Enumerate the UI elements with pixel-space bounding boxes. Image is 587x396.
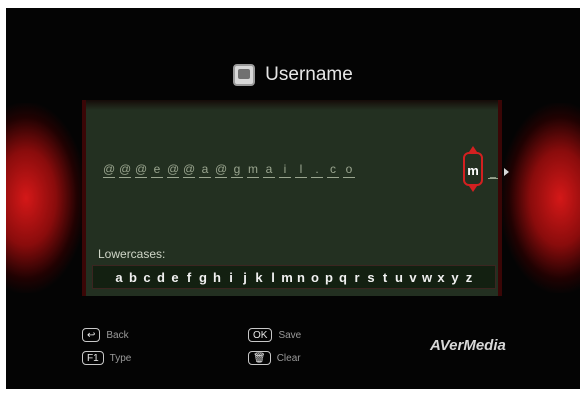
key-s[interactable]: s (365, 270, 377, 285)
arrow-up-icon[interactable] (469, 146, 477, 152)
back-key-icon: ↩ (82, 328, 101, 342)
entry-char[interactable]: @ (183, 162, 195, 178)
entry-char[interactable]: @ (167, 162, 179, 178)
username-field[interactable]: @ @ @ e @ @ a @ g m a i l . c o (103, 162, 355, 178)
key-e[interactable]: e (169, 270, 181, 285)
key-i[interactable]: i (225, 270, 237, 285)
cursor-selector[interactable]: m (463, 146, 483, 192)
arrow-down-icon[interactable] (469, 186, 477, 192)
key-k[interactable]: k (253, 270, 265, 285)
legend-type: F1 Type (82, 351, 131, 365)
legend-back: ↩ Back (82, 328, 129, 342)
key-m[interactable]: m (281, 270, 293, 285)
trash-key-icon: 🗑 (248, 351, 271, 365)
dialog-title: Username (265, 64, 353, 85)
key-z[interactable]: z (463, 270, 475, 285)
key-f[interactable]: f (183, 270, 195, 285)
entry-char[interactable]: . (311, 162, 323, 178)
key-p[interactable]: p (323, 270, 335, 285)
key-t[interactable]: t (379, 270, 391, 285)
character-row: a b c d e f g h i j k l m n o p q r s t … (92, 265, 496, 289)
key-r[interactable]: r (351, 270, 363, 285)
ok-key-icon: OK (248, 328, 273, 342)
key-w[interactable]: w (421, 270, 433, 285)
entry-char[interactable]: m (247, 162, 259, 178)
cursor-char: m (467, 163, 479, 178)
key-c[interactable]: c (141, 270, 153, 285)
key-b[interactable]: b (127, 270, 139, 285)
screen-icon (233, 64, 256, 86)
dialog-header: Username (6, 64, 580, 86)
key-j[interactable]: j (239, 270, 251, 285)
charset-label: Lowercases: (98, 247, 166, 261)
entry-char[interactable]: l (295, 162, 307, 178)
key-q[interactable]: q (337, 270, 349, 285)
entry-char[interactable]: @ (215, 162, 227, 178)
key-l[interactable]: l (267, 270, 279, 285)
key-n[interactable]: n (295, 270, 307, 285)
key-x[interactable]: x (435, 270, 447, 285)
left-glow (6, 103, 86, 293)
legend-save: OK Save (248, 328, 301, 342)
legend-clear: 🗑 Clear (248, 351, 301, 365)
entry-char[interactable]: @ (119, 162, 131, 178)
scroll-right-icon[interactable] (504, 168, 509, 176)
entry-char[interactable]: c (327, 162, 339, 178)
trailing-char: _ (488, 164, 498, 179)
legend-clear-label: Clear (276, 352, 301, 364)
panel-shade (86, 100, 498, 110)
legend-back-label: Back (106, 329, 129, 341)
entry-char[interactable]: e (151, 162, 163, 178)
entry-char[interactable]: g (231, 162, 243, 178)
right-glow (500, 103, 580, 293)
tv-screen: Username @ @ @ e @ @ a @ g m a i l . c o… (6, 8, 580, 389)
avermedia-logo: AVerMedia (430, 337, 506, 354)
entry-char[interactable]: @ (103, 162, 115, 178)
key-v[interactable]: v (407, 270, 419, 285)
entry-char[interactable]: @ (135, 162, 147, 178)
username-entry-panel: @ @ @ e @ @ a @ g m a i l . c o m _ Lowe… (82, 100, 509, 296)
key-o[interactable]: o (309, 270, 321, 285)
entry-char[interactable]: a (263, 162, 275, 178)
legend-save-label: Save (278, 329, 302, 341)
key-d[interactable]: d (155, 270, 167, 285)
entry-char[interactable]: o (343, 162, 355, 178)
key-h[interactable]: h (211, 270, 223, 285)
legend-type-label: Type (109, 352, 132, 364)
f1-key-icon: F1 (82, 351, 104, 365)
entry-char[interactable]: i (279, 162, 291, 178)
key-a[interactable]: a (113, 270, 125, 285)
key-y[interactable]: y (449, 270, 461, 285)
entry-char[interactable]: a (199, 162, 211, 178)
key-u[interactable]: u (393, 270, 405, 285)
key-g[interactable]: g (197, 270, 209, 285)
